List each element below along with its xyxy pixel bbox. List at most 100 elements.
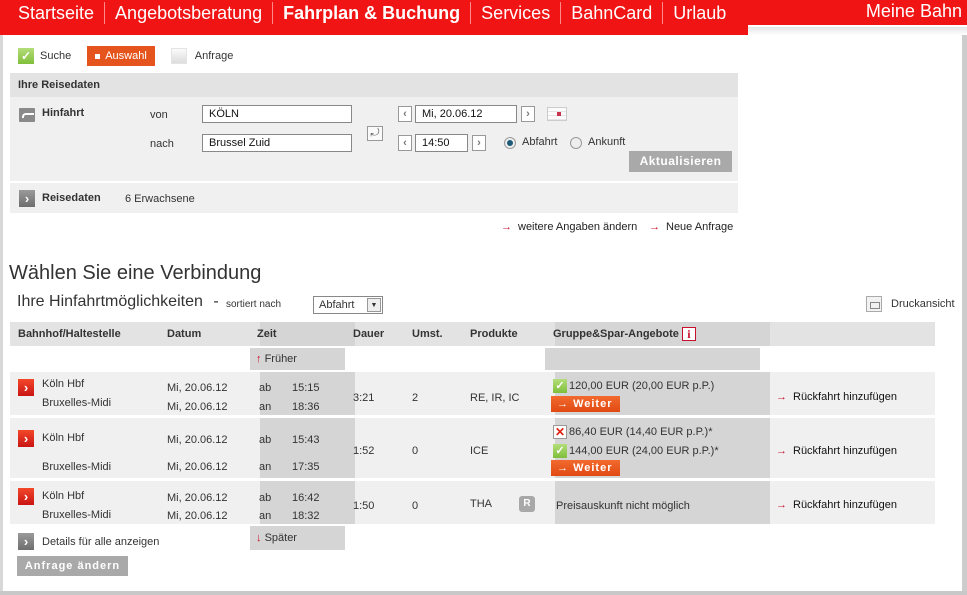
calendar-icon[interactable]	[547, 107, 567, 121]
offer-line: ✓ 144,00 EUR (24,00 EUR p.P.)*	[553, 444, 719, 458]
nav-services[interactable]: Services	[471, 1, 562, 24]
offers-spacer	[545, 348, 760, 370]
step-select: Auswahl	[87, 46, 155, 66]
arrow-right-icon: →	[649, 221, 660, 233]
offer-price: 144,00 EUR (24,00 EUR p.P.)*	[569, 444, 719, 457]
travelers-panel: › Reisedaten 6 Erwachsene	[10, 183, 738, 213]
price-info-unavailable: Preisauskunft nicht möglich	[556, 500, 690, 512]
date-input[interactable]: Mi, 20.06.12	[415, 105, 517, 123]
nav-angebotsberatung[interactable]: Angebotsberatung	[105, 1, 274, 24]
results-subtitle: Ihre Hinfahrtmöglichkeiten -	[17, 293, 219, 311]
to-station-input[interactable]: Brussel Zuid	[202, 134, 352, 152]
step-search-label: Suche	[40, 50, 72, 62]
expand-all-chevron-icon[interactable]: ›	[18, 533, 34, 550]
frame-border-left	[0, 35, 3, 595]
table-row[interactable]: › Köln Hbf Bruxelles-Midi Mi, 20.06.12 M…	[10, 372, 935, 415]
from-station: Köln Hbf	[42, 378, 85, 390]
details-all-link[interactable]: Details für alle anzeigen	[42, 536, 159, 548]
col-changes: Umst.	[412, 328, 443, 340]
frame-border-bottom	[0, 591, 967, 595]
more-details-link[interactable]: → weitere Angaben ändern	[501, 221, 637, 233]
add-return-text: Rückfahrt hinzufügen	[793, 499, 897, 511]
arrow-right-icon: →	[776, 499, 787, 511]
travelers-label[interactable]: Reisedaten	[42, 192, 101, 204]
col-offers: Gruppe&Spar-Angebote i	[553, 322, 696, 346]
arr-time: 18:32	[292, 510, 320, 522]
step-search[interactable]: ✓ Suche	[18, 48, 71, 64]
duration: 1:52	[353, 445, 375, 457]
scrollbar[interactable]	[962, 35, 967, 595]
active-square-icon	[95, 53, 101, 59]
col-date: Datum	[167, 328, 202, 340]
chevron-down-icon[interactable]: ▼	[367, 298, 381, 312]
from-label: von	[150, 109, 168, 121]
nav-meine-bahn[interactable]: Meine Bahn	[866, 0, 962, 23]
dep-label: ab	[259, 492, 272, 504]
info-icon[interactable]: i	[681, 327, 696, 342]
to-station: Bruxelles-Midi	[42, 397, 112, 409]
table-row[interactable]: › Köln Hbf Bruxelles-Midi Mi, 20.06.12 M…	[10, 481, 935, 524]
page-title: Wählen Sie eine Verbindung	[9, 262, 262, 284]
add-return-link[interactable]: → Rückfahrt hinzufügen	[776, 499, 897, 511]
to-label: nach	[150, 138, 174, 150]
continue-text: Weiter	[573, 398, 613, 410]
print-view-link[interactable]: Druckansicht	[866, 296, 955, 312]
date-next-button[interactable]: ›	[521, 106, 535, 122]
dep-date: Mi, 20.06.12	[167, 492, 228, 504]
main-nav: Startseite Angebotsberatung Fahrplan & B…	[8, 0, 736, 25]
later-link[interactable]: ↓ Später	[250, 526, 345, 550]
table-row[interactable]: › Köln Hbf Bruxelles-Midi Mi, 20.06.12 M…	[10, 418, 935, 478]
time-prev-button[interactable]: ‹	[398, 135, 412, 151]
from-station-input[interactable]: KÖLN	[202, 105, 352, 123]
update-button[interactable]: Aktualisieren	[629, 151, 732, 172]
unavailable-x-icon: ✕	[553, 425, 567, 439]
nav-fahrplan-buchung[interactable]: Fahrplan & Buchung	[273, 1, 472, 24]
offer-price: 86,40 EUR (14,40 EUR p.P.)*	[569, 425, 713, 438]
col-offers-text: Gruppe&Spar-Angebote	[553, 328, 679, 340]
continue-text: Weiter	[573, 462, 613, 474]
dep-label: ab	[259, 382, 272, 394]
nav-bahncard[interactable]: BahnCard	[561, 1, 664, 24]
time-input[interactable]: 14:50	[415, 134, 468, 152]
nav-startseite[interactable]: Startseite	[8, 1, 106, 24]
new-request-link[interactable]: → Neue Anfrage	[649, 221, 733, 233]
earlier-link[interactable]: ↑ Früher	[250, 348, 345, 370]
from-station: Köln Hbf	[42, 432, 85, 444]
printer-icon	[866, 296, 882, 312]
empty-step-icon	[170, 48, 187, 64]
to-station: Bruxelles-Midi	[42, 509, 112, 521]
add-return-text: Rückfahrt hinzufügen	[793, 445, 897, 457]
expand-chevron-icon[interactable]: ›	[19, 190, 35, 207]
swap-stations-icon[interactable]: ⤾	[367, 126, 383, 141]
change-request-button[interactable]: Anfrage ändern	[17, 556, 128, 576]
travel-data-panel: Ihre Reisedaten Hinfahrt von KÖLN nach B…	[10, 73, 738, 181]
connection-details-icon[interactable]: ›	[18, 379, 34, 396]
dep-date: Mi, 20.06.12	[167, 382, 228, 394]
add-return-link[interactable]: → Rückfahrt hinzufügen	[776, 445, 897, 457]
departure-radio[interactable]	[504, 137, 516, 149]
time-next-button[interactable]: ›	[472, 135, 486, 151]
continue-button[interactable]: → Weiter	[551, 396, 620, 412]
continue-button[interactable]: → Weiter	[551, 460, 620, 476]
date-prev-button[interactable]: ‹	[398, 106, 412, 122]
outbound-train-icon	[19, 108, 35, 122]
arrow-up-icon: ↑	[256, 353, 262, 365]
sort-select[interactable]: Abfahrt ▼	[313, 296, 383, 314]
connection-details-icon[interactable]: ›	[18, 430, 34, 447]
add-return-link[interactable]: → Rückfahrt hinzufügen	[776, 391, 897, 403]
arrival-radio[interactable]	[570, 137, 582, 149]
offer-price: 120,00 EUR (20,00 EUR p.P.)	[569, 379, 715, 392]
reservation-required-icon: R	[519, 496, 535, 512]
dep-label: ab	[259, 434, 272, 446]
connection-details-icon[interactable]: ›	[18, 488, 34, 505]
nav-urlaub[interactable]: Urlaub	[663, 2, 736, 24]
checkmark-icon: ✓	[18, 48, 34, 64]
step-request-label: Anfrage	[194, 50, 234, 62]
new-request-text: Neue Anfrage	[666, 221, 734, 233]
col-products: Produkte	[470, 328, 518, 340]
step-select-label: Auswahl	[105, 50, 147, 62]
to-station: Bruxelles-Midi	[42, 461, 112, 473]
arrow-right-icon: →	[776, 445, 787, 457]
dep-time: 15:43	[292, 434, 320, 446]
products: ICE	[470, 445, 489, 457]
